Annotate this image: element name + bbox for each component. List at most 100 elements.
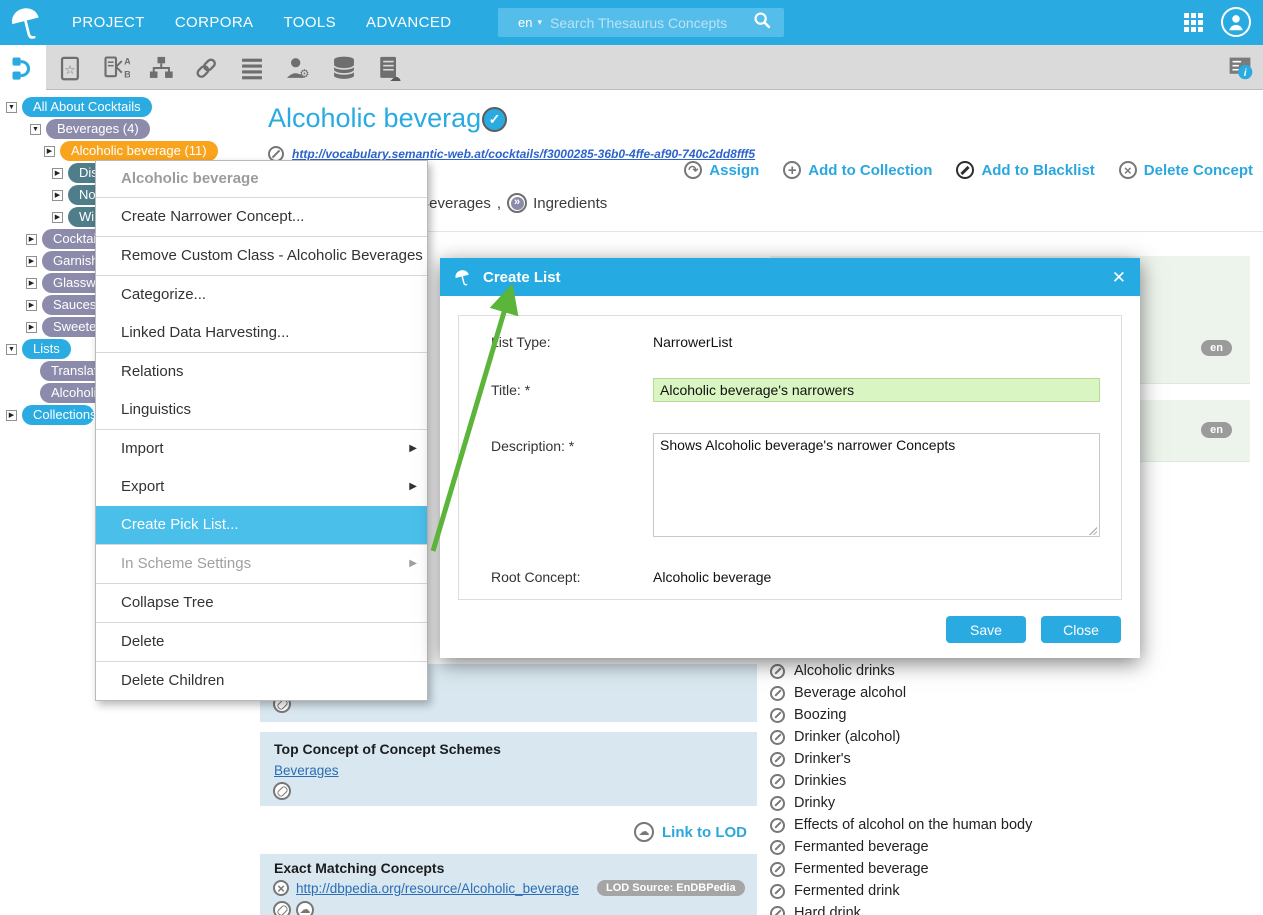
expander-icon[interactable] [44,146,55,157]
alt-label-row[interactable]: Hard drink [770,902,1263,915]
alt-label-row[interactable]: Fermented drink [770,880,1263,902]
menu-create-narrower-concept[interactable]: Create Narrower Concept... [96,198,427,236]
alt-label: Drinker (alcohol) [794,729,900,745]
menu-delete-children[interactable]: Delete Children [96,662,427,700]
menu-advanced[interactable]: ADVANCED [366,14,451,31]
tree-item-project: All About Cocktails [6,96,152,118]
link-icon[interactable] [273,782,291,800]
dbpedia-link[interactable]: http://dbpedia.org/resource/Alcoholic_be… [296,881,579,896]
user-avatar-icon[interactable] [1221,7,1251,37]
alt-label-row[interactable]: Fermanted beverage [770,836,1263,858]
menu-linguistics[interactable]: Linguistics [96,391,427,429]
expander-icon[interactable] [6,344,17,355]
close-button[interactable]: Close [1041,616,1121,643]
tree-node[interactable]: Beverages (4) [46,119,150,139]
tree-node[interactable]: Lists [22,339,71,359]
concept-uri-link[interactable]: http://vocabulary.semantic-web.at/cockta… [292,147,755,161]
expander-icon[interactable] [52,212,63,223]
expander-icon[interactable] [26,256,37,267]
menu-delete[interactable]: Delete [96,623,427,661]
assign-button[interactable]: Assign [684,161,759,179]
tree-item: Beverages (4) [30,118,150,140]
menu-collapse-tree[interactable]: Collapse Tree [96,584,427,622]
menu-remove-custom-class[interactable]: Remove Custom Class - Alcoholic Beverage… [96,237,427,275]
expander-icon[interactable] [52,190,63,201]
alt-label-row[interactable]: Fermented beverage [770,858,1263,880]
hierarchy-icon[interactable] [143,50,179,86]
description-textarea[interactable]: Shows Alcoholic beverage's narrower Conc… [653,433,1100,537]
link-icon[interactable] [273,901,291,915]
close-icon[interactable]: ✕ [1112,269,1126,286]
expander-icon[interactable] [26,234,37,245]
search-language-select[interactable]: en [506,15,550,30]
add-to-blacklist-button[interactable]: Add to Blacklist [956,161,1094,179]
exact-matching-box: Exact Matching Concepts http://dbpedia.o… [260,854,757,915]
database-icon[interactable] [326,50,362,86]
top-concept-title: Top Concept of Concept Schemes [274,741,501,757]
tree-node[interactable]: All About Cocktails [22,97,152,117]
cloud-icon[interactable] [296,901,314,915]
expander-icon[interactable] [26,278,37,289]
alt-label-row[interactable]: Drinkies [770,770,1263,792]
menu-categorize[interactable]: Categorize... [96,276,427,314]
alt-label-row[interactable]: Drinker (alcohol) [770,726,1263,748]
user-settings-icon[interactable]: ⚙ [280,50,316,86]
menu-tools[interactable]: TOOLS [283,14,336,31]
resize-grip[interactable] [1088,526,1097,535]
remove-match-icon[interactable] [273,880,289,896]
alt-label-row[interactable]: Drinker's [770,748,1263,770]
document-star-icon[interactable]: ☆ [52,50,88,86]
submenu-arrow-icon: ▶ [409,430,417,468]
menu-project[interactable]: PROJECT [72,14,145,31]
scheme-beverages[interactable]: Beverages [419,195,491,212]
expander-icon[interactable] [52,168,63,179]
beverages-link[interactable]: Beverages [274,763,339,778]
tree-node[interactable]: Alcoholic beverage (11) [60,141,218,161]
search-input[interactable] [550,15,752,31]
menu-linked-data-harvesting[interactable]: Linked Data Harvesting... [96,314,427,352]
tree-node[interactable]: Collections [22,405,94,425]
root-concept-label: Root Concept: [491,569,581,585]
classification-ab-icon[interactable]: AB [98,50,134,86]
repository-cloud-icon[interactable]: ☁ [371,50,407,86]
menu-relations[interactable]: Relations [96,353,427,391]
poolparty-logo-icon[interactable] [0,6,52,40]
concept-scheme-tree-icon[interactable] [0,45,46,90]
menu-in-scheme-settings[interactable]: In Scheme Settings▶ [96,545,427,583]
page-title: Alcoholic beverage [268,103,496,134]
delete-concept-button[interactable]: Delete Concept [1119,161,1253,179]
expander-icon[interactable] [26,300,37,311]
alt-label-row[interactable]: Effects of alcohol on the human body [770,814,1263,836]
alt-label-row[interactable]: Beverage alcohol [770,682,1263,704]
expander-icon[interactable] [30,124,41,135]
search-icon[interactable] [752,10,772,35]
add-to-collection-button[interactable]: Add to Collection [783,161,932,179]
expander-icon[interactable] [6,102,17,113]
details-info-icon[interactable]: i [1222,50,1258,86]
language-badge: en [1201,422,1232,438]
menu-corpora[interactable]: CORPORA [175,14,254,31]
list-type-label: List Type: [491,334,551,350]
menu-export[interactable]: Export▶ [96,468,427,506]
expander-icon[interactable] [26,322,37,333]
plus-icon [783,161,801,179]
menu-create-pick-list[interactable]: Create Pick List... [96,506,427,544]
alt-label-row[interactable]: Boozing [770,704,1263,726]
poolparty-logo-icon [452,267,473,288]
alt-label-row[interactable]: Alcoholic drinks [770,660,1263,682]
alt-label-row[interactable]: Drinky [770,792,1263,814]
root-concept-value: Alcoholic beverage [653,569,771,585]
save-button[interactable]: Save [946,616,1026,643]
scheme-ingredients[interactable]: Ingredients [533,195,607,212]
link-to-lod-button[interactable]: Link to LOD [662,824,747,841]
link-icon[interactable] [188,50,224,86]
dialog-header: Create List ✕ [440,258,1140,296]
edit-label-icon [770,752,785,767]
apps-grid-icon[interactable] [1184,13,1203,32]
menu-import[interactable]: Import▶ [96,430,427,468]
list-icon[interactable] [234,50,270,86]
expander-icon[interactable] [6,410,17,421]
search-language-value: en [518,15,532,30]
title-input[interactable] [653,378,1100,402]
tree-item-selected: Alcoholic beverage (11) [44,140,218,162]
